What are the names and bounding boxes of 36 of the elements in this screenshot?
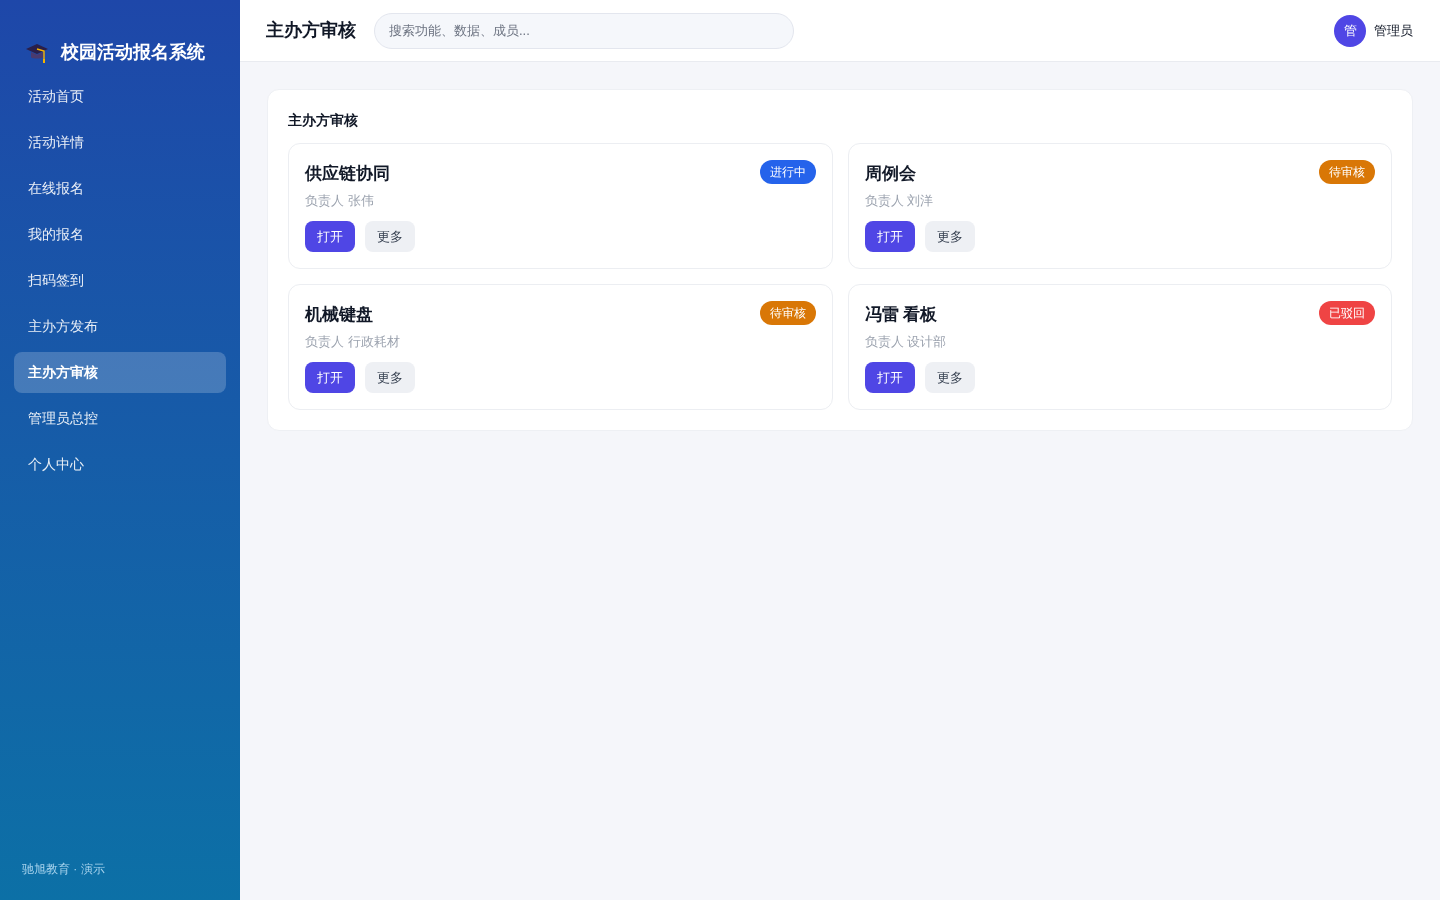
status-badge: 待审核 bbox=[1319, 160, 1375, 184]
open-button[interactable]: 打开 bbox=[864, 221, 915, 252]
owner-text: 负责人 刘洋 bbox=[864, 192, 935, 210]
card-title: 机械键盘 bbox=[305, 304, 373, 326]
panel-title: 主办方审核 bbox=[288, 111, 359, 130]
more-button[interactable]: 更多 bbox=[365, 362, 415, 393]
owner-text: 负责人 张伟 bbox=[305, 192, 375, 210]
more-button[interactable]: 更多 bbox=[365, 221, 415, 252]
owner-text: 负责人 行政耗材 bbox=[305, 333, 401, 351]
open-button[interactable]: 打开 bbox=[864, 362, 915, 393]
sidebar-item[interactable]: 个人中心 bbox=[14, 444, 226, 485]
sidebar-item[interactable]: 主办方审核 bbox=[14, 352, 226, 393]
search-field[interactable]: 搜索功能、数据、成员... bbox=[374, 12, 794, 49]
sidebar-item[interactable]: 主办方发布 bbox=[14, 306, 226, 347]
more-button[interactable]: 更多 bbox=[924, 362, 975, 393]
open-button[interactable]: 打开 bbox=[305, 221, 355, 252]
sidebar-item[interactable]: 活动详情 bbox=[14, 122, 226, 163]
user-avatar[interactable]: 管 bbox=[1334, 14, 1366, 47]
status-badge: 已驳回 bbox=[1319, 301, 1375, 325]
owner-text: 负责人 设计部 bbox=[864, 333, 948, 351]
user-name: 管理员 bbox=[1374, 21, 1413, 40]
app-title: 校园活动报名系统 bbox=[61, 40, 205, 64]
sidebar-item[interactable]: 管理员总控 bbox=[14, 398, 226, 439]
more-button[interactable]: 更多 bbox=[924, 221, 975, 252]
card-title: 周例会 bbox=[864, 163, 916, 185]
open-button[interactable]: 打开 bbox=[305, 362, 355, 393]
card-title: 供应链协同 bbox=[305, 163, 390, 185]
footer-text: 驰旭教育 · 演示 bbox=[22, 862, 105, 876]
card-title: 冯雷 看板 bbox=[864, 304, 938, 326]
sidebar-item[interactable]: 扫码签到 bbox=[14, 260, 226, 301]
sidebar-item[interactable]: 在线报名 bbox=[14, 168, 226, 209]
page-title: 主办方审核 bbox=[266, 19, 356, 42]
status-badge: 待审核 bbox=[759, 301, 816, 325]
status-badge: 进行中 bbox=[759, 160, 816, 184]
sidebar-item[interactable]: 我的报名 bbox=[14, 214, 226, 255]
sidebar-item[interactable]: 活动首页 bbox=[14, 76, 226, 117]
